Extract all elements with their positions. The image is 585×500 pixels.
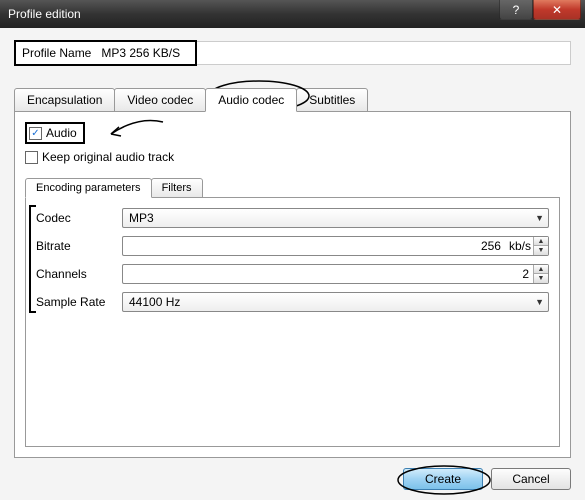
sample-rate-combo[interactable]: 44100 Hz ▼ [122, 292, 549, 312]
help-icon: ? [513, 3, 520, 17]
bitrate-label: Bitrate [36, 239, 122, 253]
create-button[interactable]: Create [403, 468, 483, 490]
audio-codec-panel: ✓ Audio Keep original audio track Encodi… [14, 111, 571, 458]
close-button[interactable]: ✕ [533, 0, 581, 20]
spinner-up-icon[interactable]: ▲ [534, 265, 548, 274]
profile-name-input[interactable] [99, 45, 189, 61]
chevron-down-icon: ▼ [535, 213, 544, 223]
audio-checkbox-highlight: ✓ Audio [25, 122, 85, 144]
channels-label: Channels [36, 267, 122, 281]
titlebar: Profile edition ? ✕ [0, 0, 585, 28]
help-button[interactable]: ? [499, 0, 533, 20]
cancel-button[interactable]: Cancel [491, 468, 571, 490]
dialog-footer: Create Cancel [14, 458, 571, 490]
main-tab-row: Encapsulation Video codec Audio codec Su… [14, 88, 571, 112]
tab-filters[interactable]: Filters [151, 178, 203, 198]
tab-audio-codec[interactable]: Audio codec [205, 88, 297, 112]
audio-checkbox-label: Audio [46, 126, 77, 140]
window-title: Profile edition [8, 7, 81, 21]
spinner-up-icon[interactable]: ▲ [534, 237, 548, 246]
tab-encoding-parameters[interactable]: Encoding parameters [25, 178, 152, 198]
close-icon: ✕ [552, 3, 562, 17]
sample-rate-value: 44100 Hz [129, 295, 180, 309]
keep-original-label: Keep original audio track [42, 150, 174, 164]
channels-field[interactable]: 2 ▲ ▼ [122, 264, 549, 284]
codec-combo[interactable]: MP3 ▼ [122, 208, 549, 228]
spinner-down-icon[interactable]: ▼ [534, 274, 548, 283]
chevron-down-icon: ▼ [535, 297, 544, 307]
sample-rate-row: Sample Rate 44100 Hz ▼ [36, 292, 549, 312]
profile-name-label: Profile Name [22, 46, 91, 60]
channels-row: Channels 2 ▲ ▼ [36, 264, 549, 284]
bitrate-spinner[interactable]: ▲ ▼ [533, 237, 548, 255]
sub-tab-row: Encoding parameters Filters [25, 178, 560, 198]
bitrate-row: Bitrate 256 kb/s ▲ ▼ [36, 236, 549, 256]
check-icon: ✓ [31, 128, 39, 139]
bitrate-field[interactable]: 256 kb/s ▲ ▼ [122, 236, 549, 256]
profile-name-field-extent[interactable] [197, 41, 571, 65]
keep-original-checkbox[interactable] [25, 151, 38, 164]
profile-name-row: Profile Name [14, 40, 571, 66]
channels-spinner[interactable]: ▲ ▼ [533, 265, 548, 283]
spinner-down-icon[interactable]: ▼ [534, 246, 548, 255]
bitrate-unit: kb/s [509, 239, 531, 253]
tab-subtitles[interactable]: Subtitles [296, 88, 368, 112]
tab-video-codec[interactable]: Video codec [114, 88, 206, 112]
codec-value: MP3 [129, 211, 154, 225]
audio-checkbox[interactable]: ✓ [29, 127, 42, 140]
channels-value: 2 [123, 267, 533, 281]
codec-label: Codec [36, 211, 122, 225]
profile-name-highlight: Profile Name [14, 40, 197, 66]
encoding-parameters-panel: Codec MP3 ▼ Bitrate 256 kb/s ▲ ▼ [25, 197, 560, 447]
sample-rate-label: Sample Rate [36, 295, 122, 309]
bitrate-value: 256 [123, 239, 505, 253]
client-area: Profile Name Encapsulation Video codec A… [0, 28, 585, 500]
codec-row: Codec MP3 ▼ [36, 208, 549, 228]
tab-encapsulation[interactable]: Encapsulation [14, 88, 115, 112]
